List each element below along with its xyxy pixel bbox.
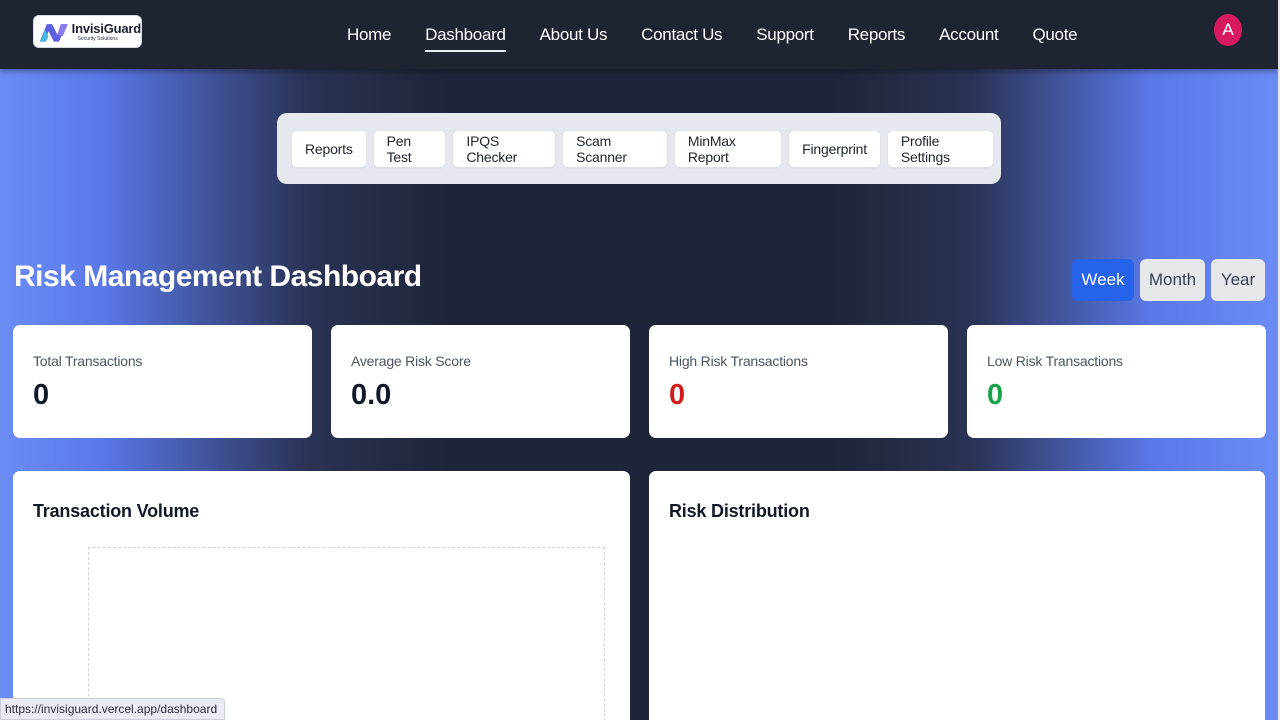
nav-contact-us[interactable]: Contact Us (641, 24, 722, 46)
stat-card-average-risk-score: Average Risk Score 0.0 (331, 325, 630, 438)
page-title: Risk Management Dashboard (14, 260, 422, 293)
stat-value: 0.0 (351, 379, 392, 411)
panel-title: Risk Distribution (669, 501, 810, 521)
stat-value: 0 (987, 379, 1004, 411)
stat-card-low-risk-transactions: Low Risk Transactions 0 (967, 325, 1266, 438)
subnav-profile-settings-button[interactable]: Profile Settings (887, 130, 993, 167)
logo-subtitle: Security Solutions (77, 35, 118, 42)
transaction-volume-chart-area (88, 547, 605, 720)
stat-label: Low Risk Transactions (987, 353, 1123, 369)
nav-dashboard[interactable]: Dashboard (425, 24, 507, 52)
brand-logo[interactable]: InvisiGuard Security Solutions (33, 15, 142, 48)
nav-support[interactable]: Support (756, 24, 814, 46)
period-week-button[interactable]: Week (1072, 259, 1134, 301)
subnav-pen-test-button[interactable]: Pen Test (373, 130, 446, 167)
period-month-button[interactable]: Month (1140, 259, 1205, 301)
status-bar-url: https://invisiguard.vercel.app/dashboard (0, 698, 226, 720)
stat-label: Total Transactions (33, 353, 143, 369)
transaction-volume-panel: Transaction Volume (13, 471, 630, 720)
subnav-ipqs-checker-button[interactable]: IPQS Checker (453, 130, 556, 167)
subnav-scam-scanner-button[interactable]: Scam Scanner (563, 130, 667, 167)
nav-home[interactable]: Home (347, 24, 391, 46)
subnav-reports-button[interactable]: Reports (292, 130, 366, 167)
sub-navigation: Reports Pen Test IPQS Checker Scam Scann… (277, 113, 1001, 184)
nav-about-us[interactable]: About Us (540, 24, 608, 46)
stat-label: Average Risk Score (351, 353, 471, 369)
stat-value: 0 (669, 379, 686, 411)
main-nav: Home Dashboard About Us Contact Us Suppo… (330, 0, 1111, 69)
stat-card-total-transactions: Total Transactions 0 (13, 325, 312, 438)
risk-distribution-panel: Risk Distribution (649, 471, 1265, 720)
logo-mark-icon (39, 23, 68, 42)
top-navbar: InvisiGuard Security Solutions Home Dash… (0, 0, 1278, 69)
stat-card-high-risk-transactions: High Risk Transactions 0 (649, 325, 948, 438)
user-avatar[interactable]: A (1214, 14, 1242, 46)
logo-title: InvisiGuard (71, 20, 142, 36)
period-year-button[interactable]: Year (1211, 259, 1265, 301)
logo-text: InvisiGuard Security Solutions (71, 20, 142, 42)
subnav-minmax-report-button[interactable]: MinMax Report (674, 130, 782, 167)
nav-quote[interactable]: Quote (1032, 24, 1077, 46)
stat-label: High Risk Transactions (669, 353, 808, 369)
nav-account[interactable]: Account (939, 24, 999, 46)
stat-value: 0 (33, 379, 50, 411)
subnav-fingerprint-button[interactable]: Fingerprint (789, 130, 880, 167)
panel-title: Transaction Volume (33, 501, 200, 521)
nav-reports[interactable]: Reports (848, 24, 906, 46)
